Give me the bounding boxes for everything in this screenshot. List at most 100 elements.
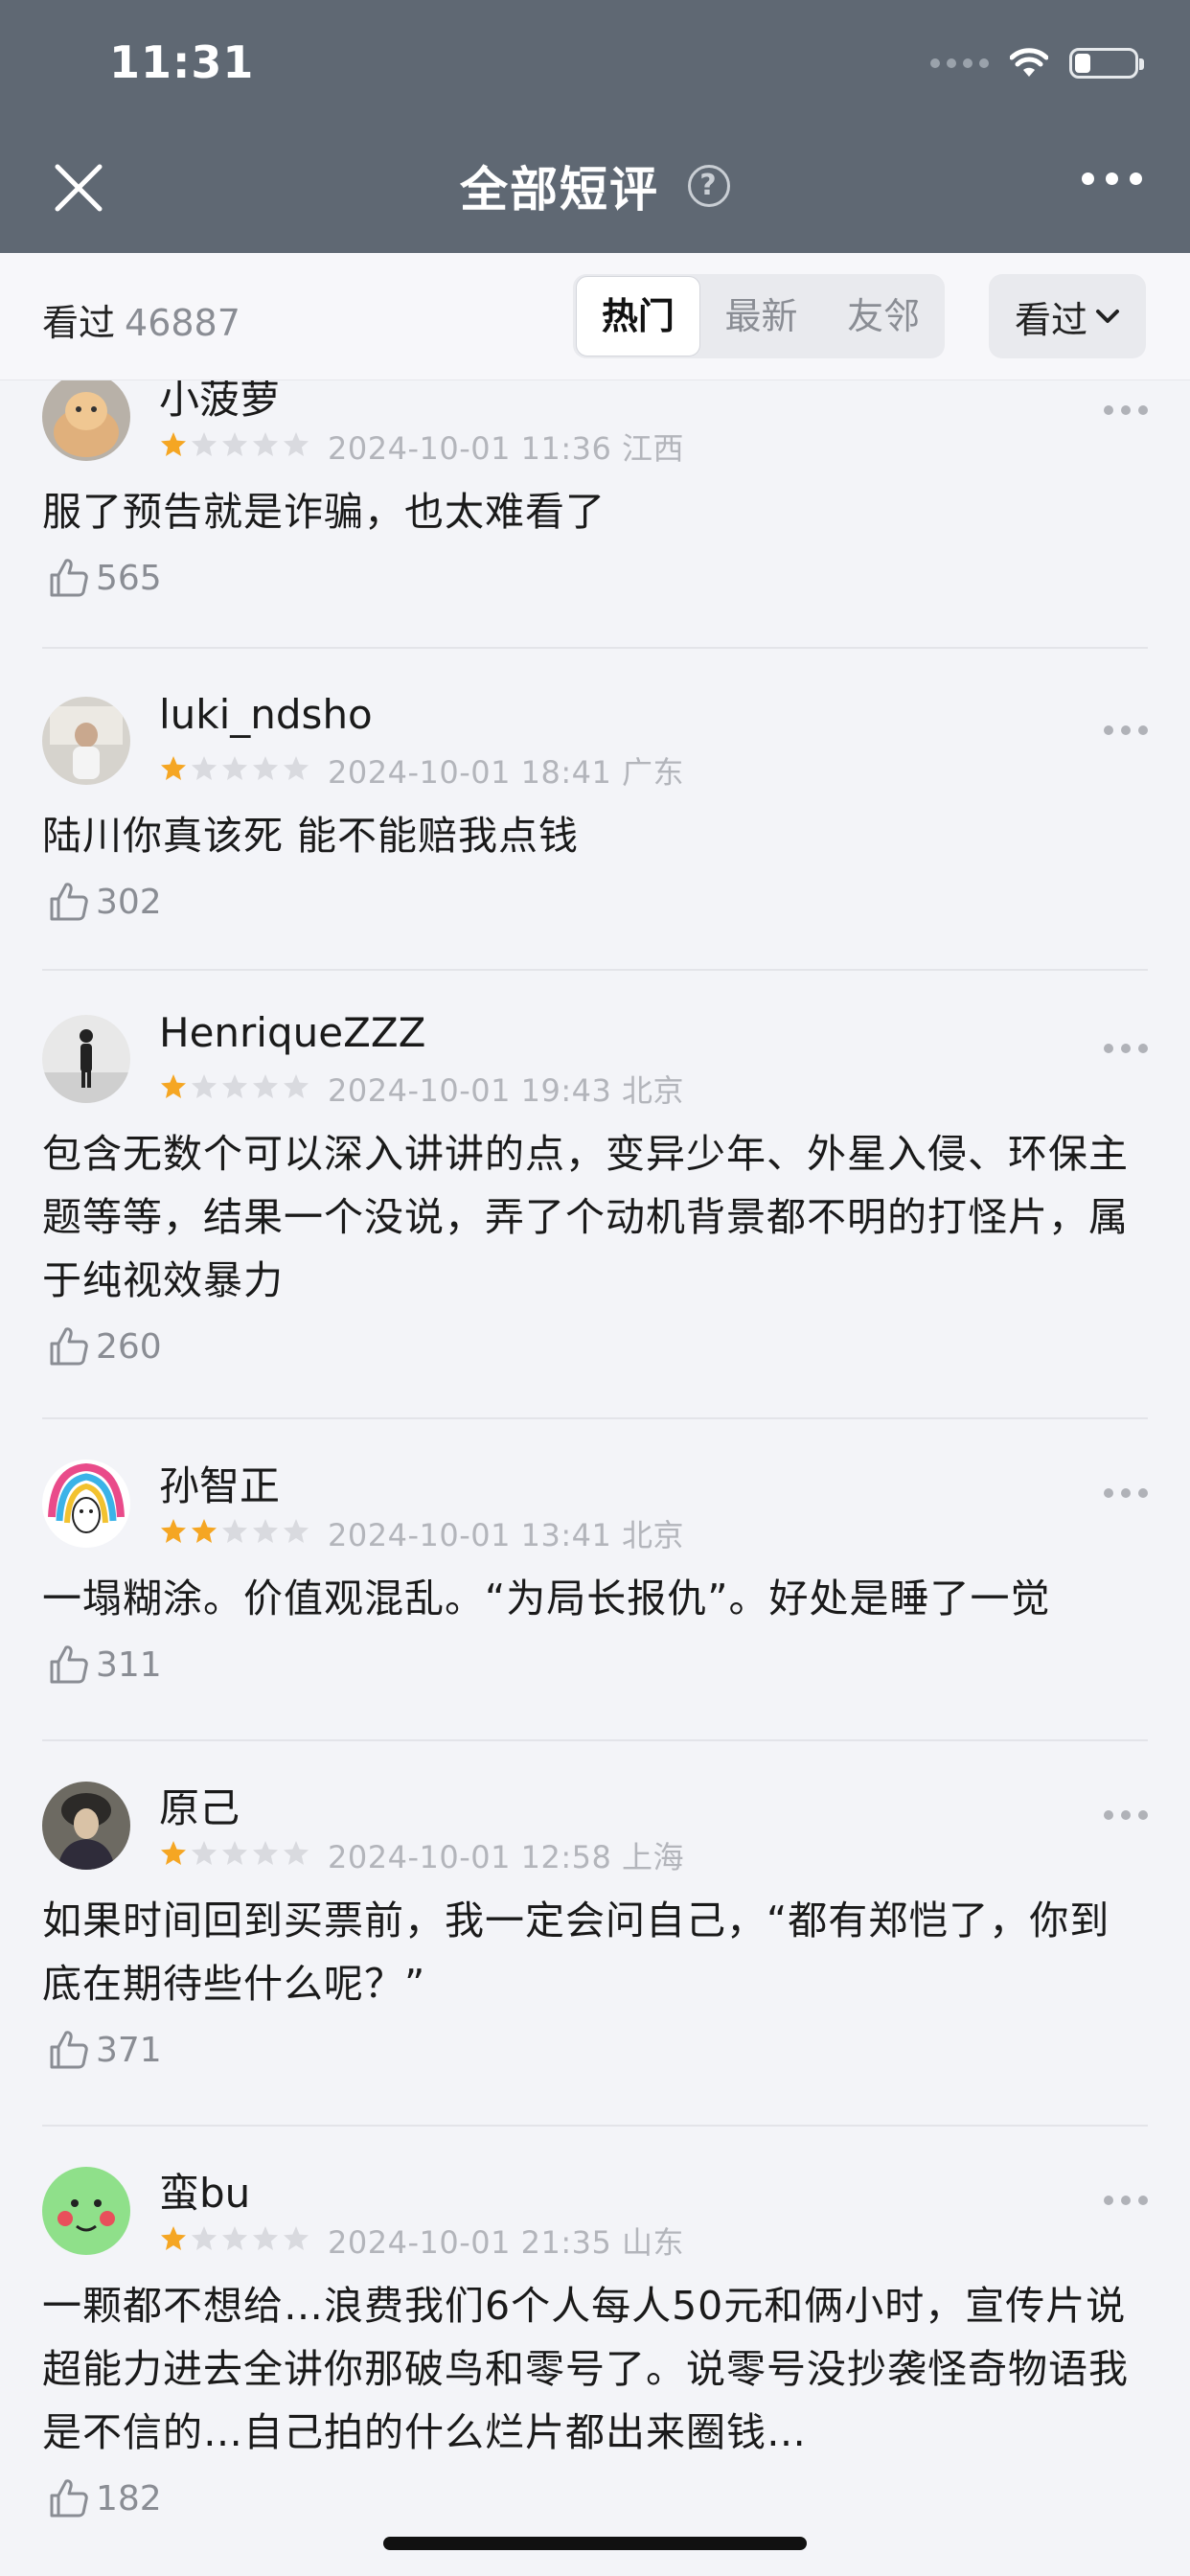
like-button[interactable]: 182 [48, 2477, 162, 2519]
review-username[interactable]: 蛮bu [159, 2161, 250, 2220]
review-region: 山东 [622, 2224, 685, 2261]
like-button[interactable]: 260 [48, 1325, 162, 1368]
filter-bar: 看过 46887 热门 最新 友邻 看过 [0, 253, 1190, 380]
review-item: 孙智正 2024-10-01 13:41 北京 一塌糊涂。价值观混乱。“为局长报… [0, 1419, 1190, 1741]
like-button[interactable]: 371 [48, 2029, 162, 2071]
like-count: 565 [96, 558, 162, 598]
star-empty-icon [192, 2226, 217, 2250]
signal-icon [930, 58, 989, 68]
review-item: luki_ndsho 2024-10-01 18:41 广东 陆川你真该死 能不… [0, 649, 1190, 971]
review-item: 小菠萝 2024-10-01 11:36 江西 服了预告就是诈骗，也太难看了 5… [0, 380, 1190, 649]
review-username[interactable]: 原己 [159, 1776, 240, 1834]
star-empty-icon [192, 1841, 217, 1865]
review-more-icon[interactable] [1104, 1044, 1148, 1053]
review-region: 上海 [622, 1839, 685, 1875]
star-empty-icon [253, 1841, 278, 1865]
rating-stars [159, 1072, 310, 1101]
rating-stars [159, 430, 310, 459]
tab-hot[interactable]: 热门 [576, 276, 700, 356]
star-filled-icon [161, 1074, 186, 1098]
like-button[interactable]: 311 [48, 1644, 162, 1686]
review-more-icon[interactable] [1104, 1488, 1148, 1498]
like-count: 260 [96, 1326, 162, 1367]
review-region: 北京 [622, 1517, 685, 1553]
review-meta: 2024-10-01 21:35 山东 [328, 2219, 684, 2263]
green-face-avatar[interactable] [42, 2167, 130, 2255]
seen-filter-dropdown[interactable]: 看过 [989, 274, 1146, 358]
page-title: 全部短评 [460, 162, 659, 218]
thumbs-up-icon [50, 1645, 88, 1684]
status-icons [930, 44, 1144, 82]
star-filled-icon [161, 1841, 186, 1865]
rating-stars [159, 1517, 310, 1546]
review-item: 蛮bu 2024-10-01 21:35 山东 一颗都不想给…浪费我们6个人每人… [0, 2127, 1190, 2576]
like-button[interactable]: 565 [48, 557, 162, 599]
review-meta: 2024-10-01 19:43 北京 [328, 1067, 684, 1111]
star-empty-icon [253, 1519, 278, 1543]
review-content: 包含无数个可以深入讲讲的点，变异少年、外星入侵、环保主题等等，结果一个没说，弄了… [42, 1131, 1129, 1303]
sort-tabs: 热门 最新 友邻 [573, 274, 945, 358]
like-count: 302 [96, 882, 162, 922]
review-content: 陆川你真该死 能不能赔我点钱 [42, 813, 580, 859]
review-meta: 2024-10-01 12:58 上海 [328, 1833, 684, 1877]
review-more-icon[interactable] [1104, 1810, 1148, 1820]
review-item: 原己 2024-10-01 12:58 上海 如果时间回到买票前，我一定会问自己… [0, 1741, 1190, 2127]
review-more-icon[interactable] [1104, 2196, 1148, 2205]
review-time: 2024-10-01 12:58 [328, 1839, 612, 1875]
review-time: 2024-10-01 11:36 [328, 430, 612, 467]
seen-count-label: 看过 [42, 302, 116, 344]
tab-friends[interactable]: 友邻 [822, 277, 945, 356]
home-indicator [383, 2537, 807, 2550]
star-empty-icon [222, 1074, 247, 1098]
star-empty-icon [222, 2226, 247, 2250]
review-username[interactable]: 孙智正 [159, 1454, 280, 1512]
top-bar: 11:31 全部短评 ? [0, 0, 1190, 253]
thumbs-up-icon [50, 883, 88, 921]
room-avatar[interactable] [42, 697, 130, 785]
star-empty-icon [222, 432, 247, 456]
like-button[interactable]: 302 [48, 881, 162, 923]
review-region: 广东 [622, 754, 685, 791]
star-empty-icon [222, 1841, 247, 1865]
tab-latest[interactable]: 最新 [700, 277, 823, 356]
star-filled-icon [161, 2226, 186, 2250]
review-username[interactable]: HenriqueZZZ [159, 1009, 425, 1056]
review-more-icon[interactable] [1104, 405, 1148, 415]
silhouette-avatar[interactable] [42, 1015, 130, 1103]
more-options-icon[interactable] [1082, 172, 1142, 185]
star-filled-icon [161, 756, 186, 780]
review-username[interactable]: luki_ndsho [159, 691, 373, 738]
star-empty-icon [284, 1519, 309, 1543]
star-empty-icon [253, 756, 278, 780]
thumbs-up-icon [50, 2031, 88, 2069]
review-region: 北京 [622, 1072, 685, 1109]
like-count: 371 [96, 2030, 162, 2070]
review-meta: 2024-10-01 11:36 江西 [328, 425, 684, 469]
star-empty-icon [192, 1074, 217, 1098]
review-content: 如果时间回到买票前，我一定会问自己，“都有郑恺了，你到底在期待些什么呢？” [42, 1898, 1110, 2007]
review-time: 2024-10-01 13:41 [328, 1517, 612, 1553]
review-content: 一颗都不想给…浪费我们6个人每人50元和俩小时，宣传片说超能力进去全讲你那破鸟和… [42, 2283, 1129, 2455]
star-filled-icon [192, 1519, 217, 1543]
help-icon[interactable]: ? [688, 165, 730, 207]
rating-stars [159, 1839, 310, 1868]
review-more-icon[interactable] [1104, 725, 1148, 735]
seen-filter-label: 看过 [1014, 298, 1087, 341]
rainbow-hair-avatar[interactable] [42, 1460, 130, 1548]
cat-avatar[interactable] [42, 380, 130, 461]
portrait-avatar[interactable] [42, 1782, 130, 1870]
status-time: 11:31 [109, 36, 255, 88]
star-empty-icon [284, 1074, 309, 1098]
seen-count-number: 46887 [125, 302, 240, 344]
like-count: 311 [96, 1644, 162, 1685]
review-time: 2024-10-01 21:35 [328, 2224, 612, 2261]
review-content: 一塌糊涂。价值观混乱。“为局长报仇”。好处是睡了一觉 [42, 1576, 1051, 1622]
review-username[interactable]: 小菠萝 [159, 380, 280, 426]
battery-icon [1069, 48, 1144, 79]
thumbs-up-icon [50, 2479, 88, 2518]
page-title-bar: 全部短评 ? [0, 151, 1190, 220]
star-empty-icon [192, 432, 217, 456]
seen-count: 看过 46887 [42, 293, 240, 346]
rating-stars [159, 2224, 310, 2253]
star-empty-icon [192, 756, 217, 780]
